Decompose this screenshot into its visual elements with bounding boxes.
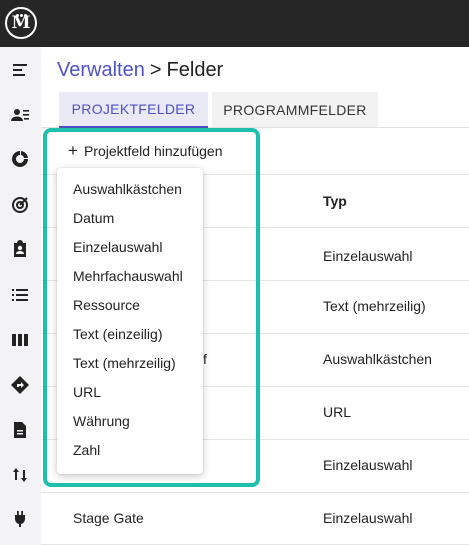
document-icon[interactable] — [10, 420, 30, 440]
donut-chart-icon[interactable] — [10, 149, 30, 169]
row-type-cell: Einzelauswahl — [323, 510, 413, 526]
menu-item-datum[interactable]: Datum — [73, 210, 114, 226]
menu-item-einzelauswahl[interactable]: Einzelauswahl — [73, 239, 163, 255]
menu-item-auswahlkaestchen[interactable]: Auswahlkästchen — [73, 181, 182, 197]
top-bar: M — [0, 0, 469, 47]
table-divider — [41, 492, 469, 493]
row-type-cell: Auswahlkästchen — [323, 351, 432, 367]
sort-arrows-icon[interactable] — [10, 465, 30, 485]
menu-item-waehrung[interactable]: Währung — [73, 413, 130, 429]
tab-bar: PROJEKTFELDER PROGRAMMFELDER — [41, 92, 469, 128]
menu-item-zahl[interactable]: Zahl — [73, 442, 100, 458]
menu-item-mehrfachauswahl[interactable]: Mehrfachauswahl — [73, 268, 183, 284]
row-name-cell[interactable]: Stage Gate — [73, 510, 144, 526]
menu-icon[interactable] — [10, 60, 30, 80]
sidebar — [0, 47, 41, 545]
clipboard-person-icon[interactable] — [10, 239, 30, 259]
tab-projektfelder[interactable]: PROJEKTFELDER — [59, 92, 208, 128]
breadcrumb-separator: > — [149, 59, 162, 81]
menu-item-ressource[interactable]: Ressource — [73, 297, 140, 313]
menu-item-text-einzeilig[interactable]: Text (einzeilig) — [73, 326, 162, 342]
menu-item-url[interactable]: URL — [73, 384, 101, 400]
tab-programmfelder[interactable]: PROGRAMMFELDER — [212, 92, 378, 127]
breadcrumb: Verwalten > Felder — [57, 58, 223, 82]
list-icon[interactable] — [10, 285, 30, 305]
row-type-cell[interactable]: URL — [323, 404, 351, 420]
columns-icon[interactable] — [10, 330, 30, 350]
plug-icon[interactable] — [10, 509, 30, 529]
page-title: Felder — [166, 59, 224, 81]
row-type-cell: Text (mehrzeilig) — [323, 298, 426, 314]
field-type-dropdown-menu: Auswahlkästchen Datum Einzelauswahl Mehr… — [57, 168, 203, 474]
breadcrumb-parent-link[interactable]: Verwalten — [57, 59, 145, 81]
user-list-icon[interactable] — [10, 105, 30, 125]
column-header-typ[interactable]: Typ — [323, 193, 347, 209]
direction-sign-icon[interactable] — [10, 375, 30, 395]
row-type-cell: Einzelauswahl — [323, 457, 413, 473]
row-type-cell: Einzelauswahl — [323, 248, 413, 264]
target-icon[interactable] — [10, 195, 30, 215]
app-logo[interactable]: M — [5, 7, 37, 39]
menu-item-text-mehrzeilig[interactable]: Text (mehrzeilig) — [73, 355, 176, 371]
